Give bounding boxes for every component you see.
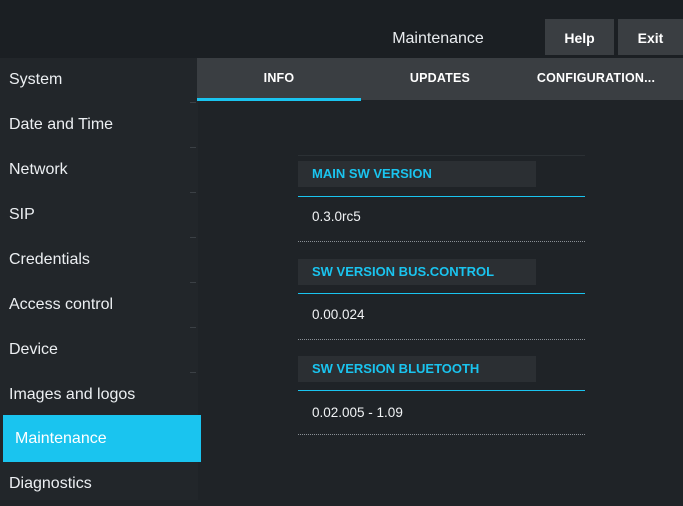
sidebar-item-maintenance[interactable]: Maintenance (3, 415, 201, 462)
tab-configuration[interactable]: CONFIGURATION... (519, 58, 673, 100)
section-divider (298, 196, 585, 197)
exit-button[interactable]: Exit (618, 19, 683, 55)
sidebar-item-system[interactable]: System (0, 58, 198, 102)
sw-version-bus-control-value: 0.00.024 (312, 307, 365, 322)
sidebar-item-date-and-time[interactable]: Date and Time (0, 103, 198, 147)
dotted-divider (298, 434, 585, 435)
sidebar-item-network[interactable]: Network (0, 148, 198, 192)
tab-updates[interactable]: UPDATES (361, 58, 519, 100)
section-divider (298, 390, 585, 391)
section-divider (298, 293, 585, 294)
tab-info[interactable]: INFO (197, 58, 361, 100)
tab-bar: INFO UPDATES CONFIGURATION... (197, 58, 683, 101)
sw-version-bus-control-header: SW VERSION BUS.CONTROL (298, 259, 536, 285)
sidebar-item-access-control[interactable]: Access control (0, 283, 198, 327)
sidebar: System Date and Time Network SIP Credent… (0, 58, 201, 500)
help-button[interactable]: Help (545, 19, 614, 55)
sw-version-bluetooth-value: 0.02.005 - 1.09 (312, 405, 403, 420)
info-panel: MAIN SW VERSION 0.3.0rc5 SW VERSION BUS.… (197, 100, 683, 500)
main-sw-version-value: 0.3.0rc5 (312, 209, 361, 224)
sidebar-item-sip[interactable]: SIP (0, 193, 198, 237)
page-title: Maintenance (392, 30, 484, 47)
sidebar-item-credentials[interactable]: Credentials (0, 238, 198, 282)
top-bar: Maintenance Help Exit (0, 0, 683, 60)
dotted-divider (298, 241, 585, 242)
dotted-divider (298, 339, 585, 340)
sidebar-item-device[interactable]: Device (0, 328, 198, 372)
sidebar-item-diagnostics[interactable]: Diagnostics (0, 462, 198, 506)
sw-version-bluetooth-header: SW VERSION BLUETOOTH (298, 356, 536, 382)
main-sw-version-header: MAIN SW VERSION (298, 161, 536, 187)
section-top-edge (298, 155, 585, 156)
sidebar-item-images-and-logos[interactable]: Images and logos (0, 373, 198, 417)
